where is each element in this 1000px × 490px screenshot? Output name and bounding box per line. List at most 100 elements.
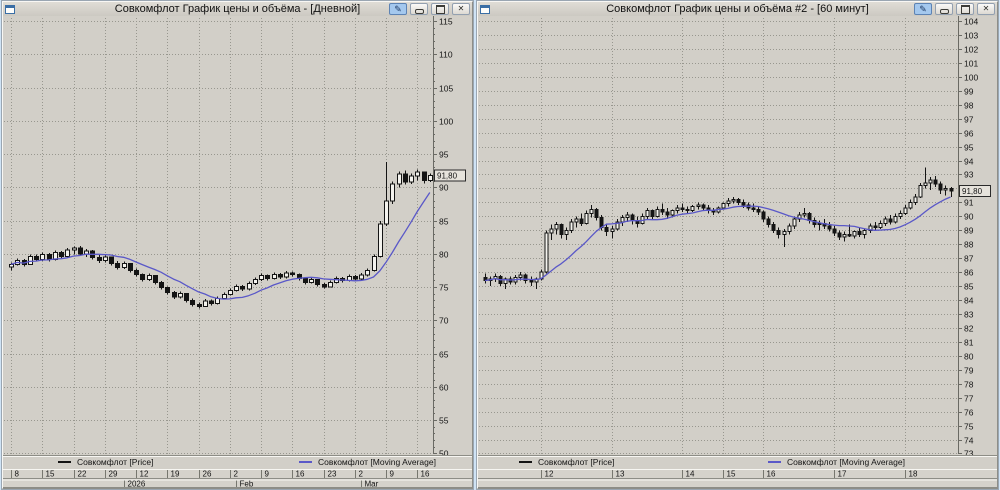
- svg-text:16: 16: [296, 470, 305, 479]
- svg-text:81: 81: [964, 338, 974, 348]
- svg-text:2: 2: [359, 470, 364, 479]
- svg-text:19: 19: [171, 470, 180, 479]
- close-button[interactable]: ✕: [977, 3, 995, 15]
- chart-legend: Совкомфлот [Price] Совкомфлот [Moving Av…: [3, 456, 472, 468]
- svg-text:17: 17: [838, 470, 847, 479]
- svg-text:100: 100: [964, 73, 978, 83]
- svg-text:100: 100: [439, 117, 453, 127]
- svg-text:12: 12: [140, 470, 149, 479]
- minimize-icon: [939, 8, 949, 14]
- svg-text:80: 80: [964, 352, 974, 362]
- svg-text:79: 79: [964, 366, 974, 376]
- close-icon: ✕: [982, 4, 990, 13]
- svg-text:8: 8: [15, 470, 20, 479]
- candlestick-chart-60min[interactable]: 1041031021011009998979695949392919089888…: [478, 16, 997, 488]
- svg-text:65: 65: [439, 350, 449, 360]
- svg-text:91,80: 91,80: [962, 187, 983, 196]
- svg-text:97: 97: [964, 115, 974, 125]
- svg-text:80: 80: [439, 250, 449, 260]
- svg-text:102: 102: [964, 45, 978, 55]
- svg-text:18: 18: [909, 470, 918, 479]
- svg-text:2026: 2026: [128, 480, 146, 489]
- svg-text:94: 94: [964, 157, 974, 167]
- svg-text:12: 12: [545, 470, 554, 479]
- svg-text:77: 77: [964, 394, 974, 404]
- svg-text:16: 16: [767, 470, 776, 479]
- svg-text:85: 85: [964, 282, 974, 292]
- svg-text:15: 15: [727, 470, 736, 479]
- svg-text:2: 2: [234, 470, 239, 479]
- svg-text:99: 99: [964, 87, 974, 97]
- minimize-button[interactable]: [410, 3, 428, 15]
- titlebar-daily[interactable]: Совкомфлот График цены и объёма - [Дневн…: [3, 2, 472, 17]
- price-series-label: Совкомфлот [Price]: [77, 457, 154, 467]
- restore-icon: [435, 4, 445, 14]
- svg-text:84: 84: [964, 296, 974, 306]
- svg-text:83: 83: [964, 310, 974, 320]
- window-icon: [480, 4, 490, 14]
- close-button[interactable]: ✕: [452, 3, 470, 15]
- svg-text:93: 93: [964, 170, 974, 180]
- svg-text:9: 9: [390, 470, 395, 479]
- minimize-icon: [414, 8, 424, 14]
- link-tool-button[interactable]: ✎: [914, 3, 932, 15]
- ma-series-dash: [768, 461, 781, 463]
- svg-text:103: 103: [964, 31, 978, 41]
- svg-text:26: 26: [203, 470, 212, 479]
- restore-icon: [960, 4, 970, 14]
- svg-text:95: 95: [964, 143, 974, 153]
- price-series-dash: [519, 461, 532, 463]
- svg-text:75: 75: [964, 422, 974, 432]
- svg-text:115: 115: [439, 17, 453, 27]
- chart-window-60min: Совкомфлот График цены и объёма #2 - [60…: [476, 0, 999, 490]
- svg-text:Feb: Feb: [240, 480, 254, 489]
- svg-text:23: 23: [328, 470, 337, 479]
- svg-text:90: 90: [439, 183, 449, 193]
- close-icon: ✕: [457, 4, 465, 13]
- chart-window-daily: Совкомфлот График цены и объёма - [Дневн…: [1, 0, 474, 490]
- svg-text:29: 29: [109, 470, 118, 479]
- svg-text:88: 88: [964, 240, 974, 250]
- svg-text:110: 110: [439, 50, 453, 60]
- svg-text:74: 74: [964, 436, 974, 446]
- mdi-workspace: Совкомфлот График цены и объёма - [Дневн…: [0, 0, 1000, 490]
- ma-series-label: Совкомфлот [Moving Average]: [787, 457, 905, 467]
- price-series-dash: [58, 461, 71, 463]
- restore-button[interactable]: [431, 3, 449, 15]
- svg-text:16: 16: [421, 470, 430, 479]
- ma-series-label: Совкомфлот [Moving Average]: [318, 457, 436, 467]
- svg-text:96: 96: [964, 129, 974, 139]
- titlebar-60min[interactable]: Совкомфлот График цены и объёма #2 - [60…: [478, 2, 997, 17]
- pen-icon: ✎: [394, 3, 402, 14]
- chart-legend: Совкомфлот [Price] Совкомфлот [Moving Av…: [478, 456, 997, 468]
- candlestick-chart-daily[interactable]: 115110105100959085807570656055508 15 22 29 1…: [3, 16, 472, 488]
- svg-text:82: 82: [964, 324, 974, 334]
- svg-text:89: 89: [964, 226, 974, 236]
- pen-icon: ✎: [919, 3, 927, 14]
- svg-text:60: 60: [439, 383, 449, 393]
- minimize-button[interactable]: [935, 3, 953, 15]
- svg-text:87: 87: [964, 254, 974, 264]
- svg-text:22: 22: [78, 470, 87, 479]
- svg-text:76: 76: [964, 408, 974, 418]
- svg-text:Mar: Mar: [365, 480, 379, 489]
- svg-text:70: 70: [439, 316, 449, 326]
- svg-text:90: 90: [964, 212, 974, 222]
- svg-text:85: 85: [439, 217, 449, 227]
- svg-text:95: 95: [439, 150, 449, 160]
- svg-text:9: 9: [265, 470, 270, 479]
- svg-text:91,80: 91,80: [437, 171, 458, 180]
- svg-text:91: 91: [964, 198, 974, 208]
- restore-button[interactable]: [956, 3, 974, 15]
- svg-text:15: 15: [46, 470, 55, 479]
- svg-text:105: 105: [439, 84, 453, 94]
- svg-text:104: 104: [964, 17, 978, 27]
- link-tool-button[interactable]: ✎: [389, 3, 407, 15]
- svg-text:101: 101: [964, 59, 978, 69]
- ma-series-dash: [299, 461, 312, 463]
- svg-text:78: 78: [964, 380, 974, 390]
- svg-text:98: 98: [964, 101, 974, 111]
- svg-text:55: 55: [439, 416, 449, 426]
- svg-text:14: 14: [686, 470, 695, 479]
- svg-text:86: 86: [964, 268, 974, 278]
